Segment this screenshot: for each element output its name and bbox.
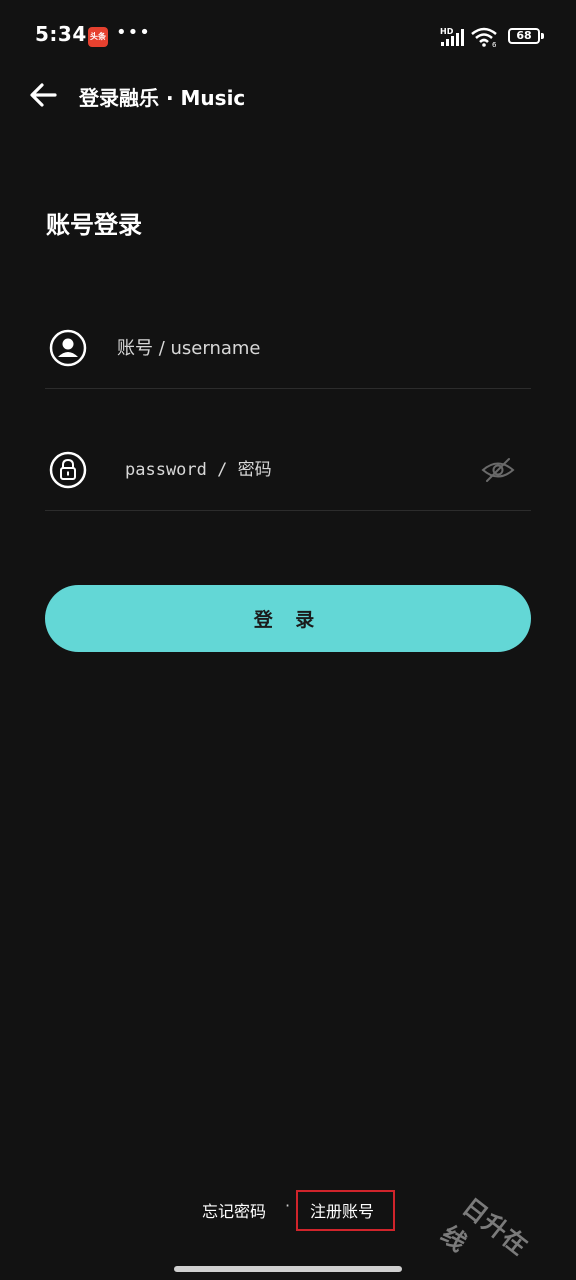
status-time: 5:34 — [35, 22, 87, 46]
app-notification-badge: 头条 — [88, 27, 108, 47]
signal-icon: HD — [440, 27, 464, 46]
login-button[interactable]: 登 录 — [45, 585, 531, 652]
back-button[interactable] — [24, 76, 64, 116]
lock-icon — [49, 451, 87, 489]
battery-icon: 68 — [508, 28, 540, 44]
username-input[interactable] — [117, 328, 457, 368]
more-notifications-icon: ••• — [116, 22, 151, 43]
page-title: 登录融乐 · Music — [79, 86, 246, 110]
watermark: 日升在线 — [435, 1192, 534, 1261]
login-section-title: 账号登录 — [46, 211, 142, 239]
password-input[interactable] — [125, 450, 465, 490]
user-icon — [49, 329, 87, 367]
status-bar: 5:34 头条 ••• HD 6 68 — [0, 0, 576, 74]
network-label: HD — [440, 27, 454, 36]
forgot-password-link[interactable]: 忘记密码 — [202, 1198, 266, 1222]
login-screen: 5:34 头条 ••• HD 6 68 登录融乐 · Music 账号登录 账号… — [0, 0, 576, 1280]
wifi-icon: 6 — [471, 27, 497, 48]
link-separator: · — [285, 1196, 291, 1215]
battery-tip — [541, 33, 544, 39]
username-field — [45, 308, 531, 389]
wifi-sub-label: 6 — [492, 41, 497, 48]
home-indicator[interactable] — [174, 1266, 402, 1272]
password-field — [45, 430, 531, 511]
eye-off-icon[interactable] — [481, 456, 515, 484]
register-highlight-box — [296, 1190, 395, 1231]
back-arrow-icon — [30, 83, 57, 107]
